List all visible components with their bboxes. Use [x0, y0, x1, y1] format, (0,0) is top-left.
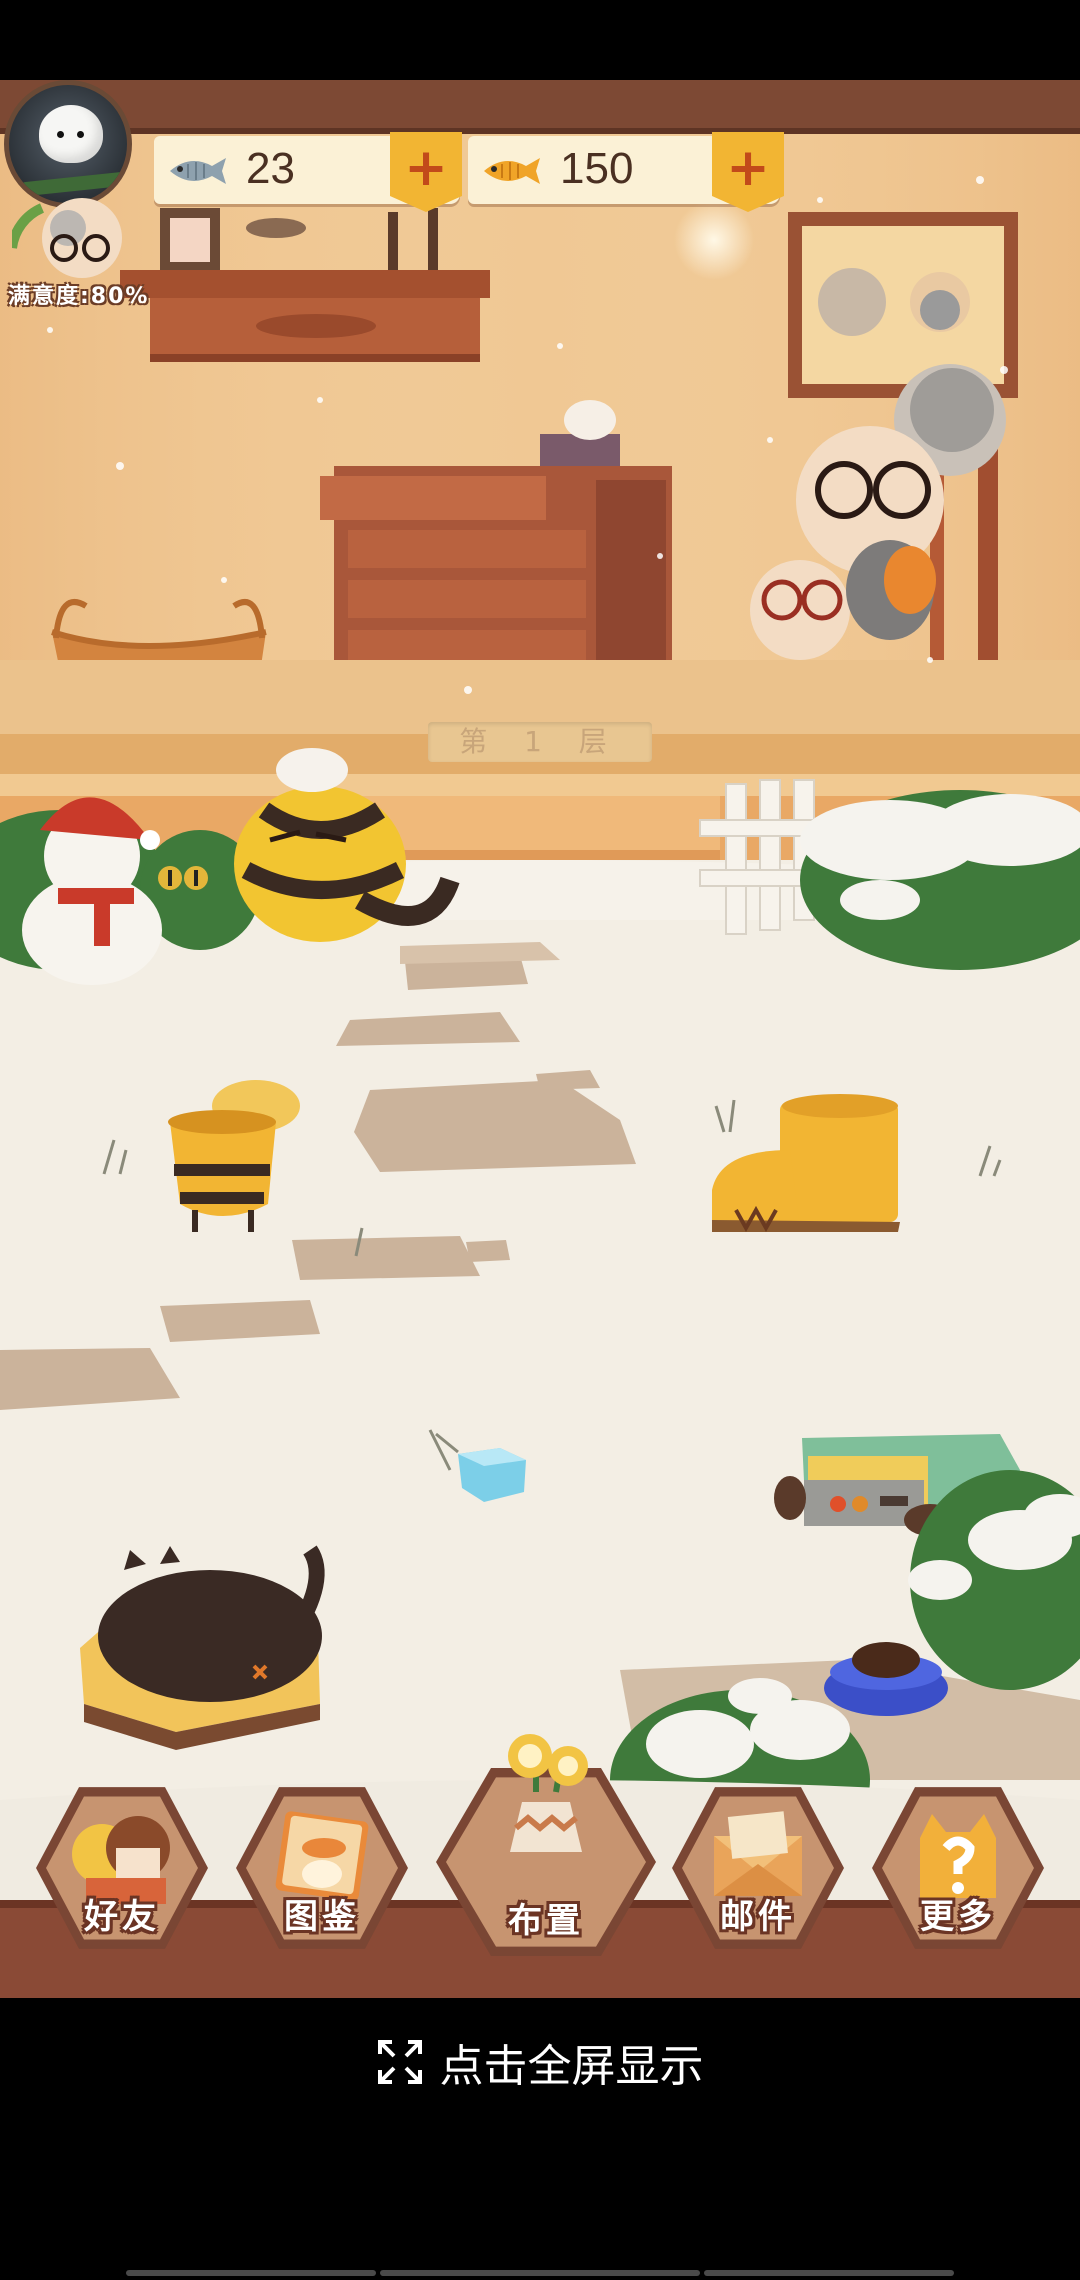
mail-button[interactable]: 邮件: [672, 1782, 844, 1954]
fullscreen-label: 点击全屏显示: [439, 2041, 704, 2092]
friends-label: 好友: [84, 1897, 160, 1937]
dried-fish-counter: 23 +: [154, 132, 462, 212]
friends-button[interactable]: 好友: [36, 1782, 208, 1954]
satisfaction-label: 满意度:80%: [8, 284, 150, 309]
family-picture: [788, 212, 1018, 398]
flower-vase-icon: [508, 1734, 588, 1852]
guide-button[interactable]: 图鉴: [236, 1782, 408, 1954]
layout-button[interactable]: 布置: [436, 1734, 656, 1962]
grandparent-portrait-icon[interactable]: [12, 188, 132, 288]
bird-avatar-icon: [39, 105, 103, 163]
guide-label: 图鉴: [284, 1897, 360, 1937]
layout-label: 布置: [508, 1901, 584, 1941]
add-dried-fish-button[interactable]: +: [390, 132, 462, 212]
more-button[interactable]: 更多: [872, 1782, 1044, 1954]
dried-fish-amount: 23: [246, 144, 295, 193]
nav-indicator-left: [126, 2270, 376, 2276]
fullscreen-button[interactable]: 点击全屏显示: [0, 2030, 1080, 2100]
game-scene: [0, 80, 1080, 1998]
floor-label: 第 1 层: [428, 722, 652, 762]
mail-label: 邮件: [720, 1897, 796, 1937]
gold-fish-icon: [484, 158, 540, 184]
gold-fish-counter: 150 +: [468, 132, 784, 212]
dried-fish-icon: [170, 158, 226, 184]
more-label: 更多: [920, 1897, 996, 1937]
expand-icon: [378, 2040, 423, 2084]
game-viewport[interactable]: 满意度:80% 23 + 150 + 第 1 层 好友 图鉴 布置 邮件 更多: [0, 80, 1080, 1998]
roof-beam: [0, 80, 1080, 134]
nav-indicator-right: [704, 2270, 954, 2276]
gold-fish-amount: 150: [560, 144, 634, 193]
add-gold-fish-button[interactable]: +: [712, 132, 784, 212]
nav-indicator-center: [380, 2270, 700, 2276]
wall-lamp: [674, 200, 754, 280]
